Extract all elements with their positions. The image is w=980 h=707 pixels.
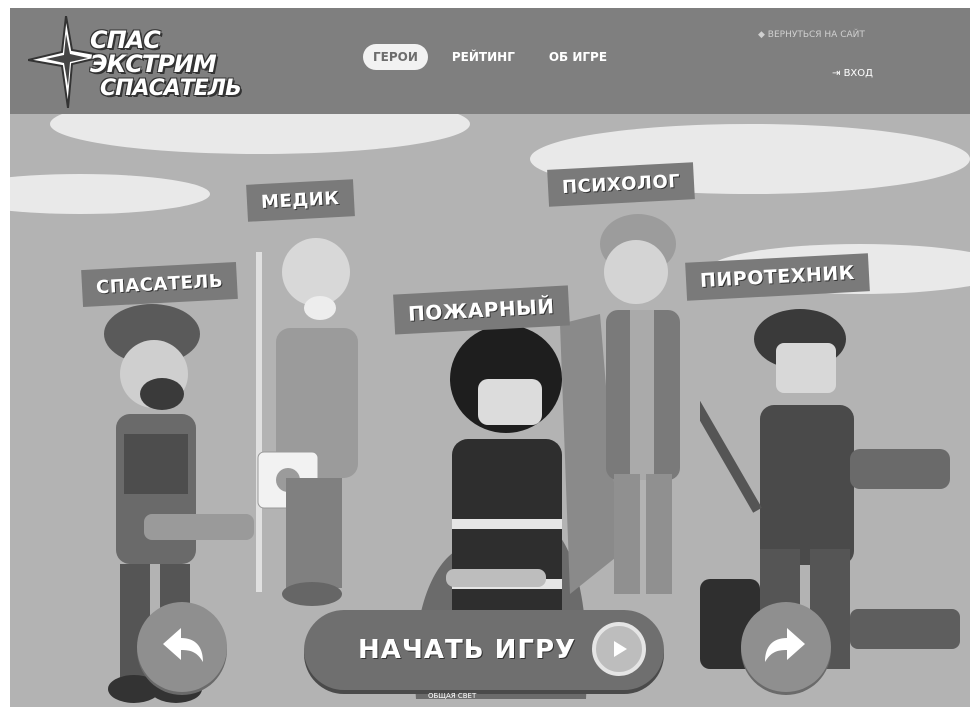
login-label: ВХОД [843, 68, 873, 79]
back-to-site-label: ВЕРНУТЬСЯ НА САЙТ [767, 30, 865, 40]
character-label-medic[interactable]: МЕДИК [246, 179, 355, 222]
logo-line-2: ЭКСТРИМ [90, 50, 217, 78]
arrow-left-icon [163, 628, 203, 662]
medic-character[interactable] [250, 232, 380, 612]
logo-line-1: СПАС [90, 26, 161, 54]
background-streak [10, 174, 210, 214]
login-link[interactable]: ⇥ ВХОД [832, 68, 873, 79]
logo-line-3: СПАСАТЕЛЬ [100, 76, 242, 101]
background-streak [50, 114, 470, 154]
login-icon: ⇥ [832, 68, 844, 79]
app-root: СПАС ЭКСТРИМ СПАСАТЕЛЬ ГЕРОИ РЕЙТИНГ ОБ … [0, 0, 980, 707]
play-icon [592, 622, 646, 676]
main-nav: ГЕРОИ РЕЙТИНГ ОБ ИГРЕ [363, 44, 631, 70]
arrow-right-icon [765, 628, 805, 662]
top-header: СПАС ЭКСТРИМ СПАСАТЕЛЬ ГЕРОИ РЕЙТИНГ ОБ … [10, 8, 970, 114]
character-label-rescuer[interactable]: СПАСАТЕЛЬ [81, 261, 238, 308]
button-caption: ОБЩАЯ СВЕТ [428, 692, 477, 700]
start-game-button[interactable]: НАЧАТЬ ИГРУ [304, 610, 664, 690]
start-game-label: НАЧАТЬ ИГРУ [358, 635, 577, 665]
next-hero-button[interactable] [741, 602, 831, 692]
nav-heroes[interactable]: ГЕРОИ [363, 44, 428, 70]
character-label-psychologist[interactable]: ПСИХОЛОГ [547, 162, 696, 207]
back-to-site-link[interactable]: ◆ ВЕРНУТЬСЯ НА САЙТ [758, 30, 865, 40]
logo[interactable]: СПАС ЭКСТРИМ СПАСАТЕЛЬ [28, 16, 242, 108]
prev-hero-button[interactable] [137, 602, 227, 692]
nav-about-game[interactable]: ОБ ИГРЕ [539, 44, 617, 70]
dot-icon: ◆ [758, 30, 768, 40]
nav-rating[interactable]: РЕЙТИНГ [442, 44, 525, 70]
